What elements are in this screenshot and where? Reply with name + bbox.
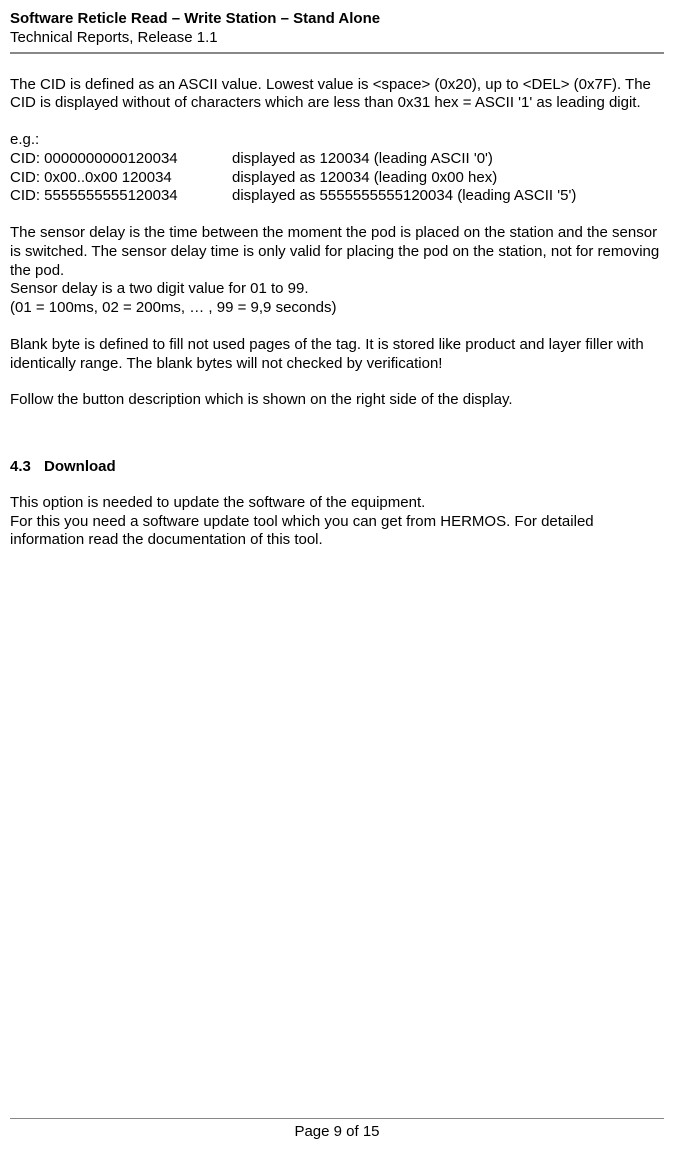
page-header: Software Reticle Read – Write Station – … bbox=[10, 10, 664, 54]
page-content: The CID is defined as an ASCII value. Lo… bbox=[10, 76, 664, 551]
header-subtitle: Technical Reports, Release 1.1 bbox=[10, 29, 664, 54]
cid-display: displayed as 120034 (leading 0x00 hex) bbox=[232, 169, 576, 188]
section-title: Download bbox=[44, 458, 116, 475]
table-row: CID: 0000000000120034 displayed as 12003… bbox=[10, 150, 576, 169]
section-heading-download: 4.3Download bbox=[10, 458, 664, 477]
cid-value: CID: 0000000000120034 bbox=[10, 150, 232, 169]
sensor-delay-desc: The sensor delay is the time between the… bbox=[10, 224, 664, 280]
sensor-delay-values: (01 = 100ms, 02 = 200ms, … , 99 = 9,9 se… bbox=[10, 299, 664, 318]
table-row: CID: 0x00..0x00 120034 displayed as 1200… bbox=[10, 169, 576, 188]
cid-value: CID: 0x00..0x00 120034 bbox=[10, 169, 232, 188]
paragraph-button-hint: Follow the button description which is s… bbox=[10, 391, 664, 410]
cid-display: displayed as 5555555555120034 (leading A… bbox=[232, 187, 576, 206]
page-number: Page 9 of 15 bbox=[294, 1123, 379, 1140]
page-footer: Page 9 of 15 bbox=[10, 1118, 664, 1142]
paragraph-examples: e.g.: CID: 0000000000120034 displayed as… bbox=[10, 131, 664, 206]
paragraph-cid-definition: The CID is defined as an ASCII value. Lo… bbox=[10, 76, 664, 114]
section-number: 4.3 bbox=[10, 458, 44, 477]
cid-display: displayed as 120034 (leading ASCII '0') bbox=[232, 150, 576, 169]
header-title: Software Reticle Read – Write Station – … bbox=[10, 10, 664, 29]
download-p2: For this you need a software update tool… bbox=[10, 513, 664, 551]
paragraph-blank-byte: Blank byte is defined to fill not used p… bbox=[10, 336, 664, 374]
download-p1: This option is needed to update the soft… bbox=[10, 494, 664, 513]
example-label: e.g.: bbox=[10, 131, 664, 150]
cid-example-table: CID: 0000000000120034 displayed as 12003… bbox=[10, 150, 576, 206]
cid-value: CID: 5555555555120034 bbox=[10, 187, 232, 206]
paragraph-sensor-delay: The sensor delay is the time between the… bbox=[10, 224, 664, 318]
table-row: CID: 5555555555120034 displayed as 55555… bbox=[10, 187, 576, 206]
sensor-delay-range: Sensor delay is a two digit value for 01… bbox=[10, 280, 664, 299]
